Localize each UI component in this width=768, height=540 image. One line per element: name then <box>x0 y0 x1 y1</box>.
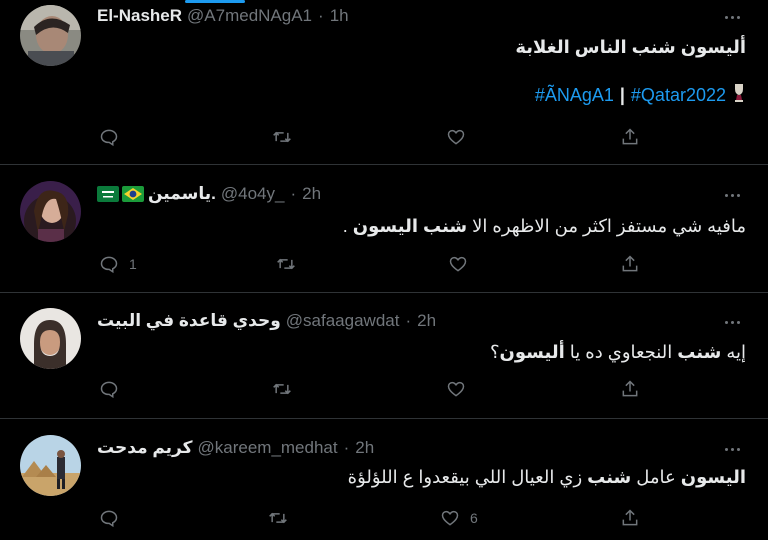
tweet-text: اليسون عامل شنب زي العيال اللي بيقعدوا ع… <box>97 465 746 489</box>
hashtags: #ÃNAgA1 | #Qatar2022 <box>535 83 746 108</box>
action-bar: 1 <box>0 253 768 275</box>
reply-icon <box>100 510 118 528</box>
like-count: 6 <box>470 510 478 526</box>
separator-dot: · <box>405 311 412 330</box>
like-icon <box>449 256 467 272</box>
share-button[interactable] <box>620 126 640 148</box>
text-part: زي العيال اللي بيقعدوا ع اللؤلؤة <box>347 467 588 487</box>
text-part: . <box>342 216 353 236</box>
retweet-icon <box>269 512 287 524</box>
action-bar <box>0 126 768 148</box>
reply-icon <box>100 381 118 399</box>
avatar-image <box>20 435 81 496</box>
tweet-3[interactable]: وحدي قاعدة في البيت @safaagawdat · 2h إي… <box>0 293 768 419</box>
separator-dot: · <box>290 184 297 203</box>
share-icon <box>622 128 638 145</box>
share-icon <box>622 380 638 397</box>
display-name[interactable]: El-NasheR <box>97 6 182 26</box>
separator-dot: · <box>318 6 324 25</box>
tweet-1[interactable]: El-NasheR @A7medNAgA1 · 1h أليسون شنب ال… <box>0 0 768 165</box>
tweet-header: كريم مدحت @kareem_medhat · 2h <box>97 437 374 459</box>
reply-button[interactable] <box>99 126 129 148</box>
world-cup-trophy-icon <box>732 83 746 108</box>
retweet-button[interactable] <box>276 253 306 275</box>
like-icon <box>447 129 465 145</box>
user-handle[interactable]: @kareem_medhat <box>198 438 338 458</box>
reply-button[interactable]: 1 <box>99 253 137 275</box>
retweet-button[interactable] <box>272 378 302 400</box>
retweet-button[interactable] <box>272 126 302 148</box>
retweet-icon <box>273 131 291 143</box>
text-bold: شنب اليسون <box>352 216 468 236</box>
display-name[interactable]: وحدي قاعدة في البيت <box>97 311 281 331</box>
more-icon[interactable] <box>722 439 742 459</box>
user-handle[interactable]: @4o4y_ <box>221 184 285 204</box>
timestamp[interactable]: 2h <box>417 311 436 331</box>
more-icon[interactable] <box>722 312 742 332</box>
separator-dot: · <box>343 438 350 457</box>
like-button[interactable] <box>446 126 476 148</box>
share-button[interactable] <box>620 507 640 529</box>
brazil-flag-icon <box>122 186 144 202</box>
like-button[interactable] <box>448 253 478 275</box>
tweet-text: مافيه شي مستفز اكثر من الاظهره الا شنب ا… <box>97 214 746 238</box>
avatar[interactable] <box>20 435 81 496</box>
like-icon <box>441 510 459 526</box>
avatar-image <box>20 308 81 369</box>
user-handle[interactable]: @safaagawdat <box>286 311 400 331</box>
like-button[interactable]: 6 <box>440 507 478 529</box>
text-bold: اليسون <box>680 467 746 487</box>
text-bold: شنب <box>677 342 722 362</box>
avatar-image <box>20 5 81 66</box>
retweet-button[interactable] <box>268 507 298 529</box>
tweet-header: وحدي قاعدة في البيت @safaagawdat · 2h <box>97 310 436 332</box>
timestamp[interactable]: 2h <box>302 184 321 204</box>
avatar[interactable] <box>20 5 81 66</box>
user-handle[interactable]: @A7medNAgA1 <box>187 6 312 26</box>
like-icon <box>447 381 465 397</box>
hashtag-separator: | <box>619 85 625 105</box>
text-bold: شنب <box>587 467 632 487</box>
tweet-text: إيه شنب النجعاوي ده يا أليسون؟ <box>97 340 746 364</box>
reply-button[interactable] <box>99 378 129 400</box>
reply-button[interactable] <box>99 507 129 529</box>
tweet-text: أليسون شنب الناس الغلابة <box>515 37 746 57</box>
text-part: مافيه شي مستفز اكثر من الاظهره الا <box>467 216 746 236</box>
reply-icon <box>100 129 118 147</box>
share-icon <box>622 255 638 272</box>
retweet-icon <box>273 383 291 395</box>
text-part: عامل <box>631 467 681 487</box>
text-part: ؟ <box>489 342 500 362</box>
more-icon[interactable] <box>722 185 742 205</box>
display-name[interactable]: ياسمين. <box>148 184 216 204</box>
text-part: النجعاوي ده يا <box>564 342 678 362</box>
display-name[interactable]: كريم مدحت <box>97 438 193 458</box>
reply-count: 1 <box>129 256 137 272</box>
avatar-image <box>20 181 81 242</box>
text-part: إيه <box>721 342 746 362</box>
avatar[interactable] <box>20 181 81 242</box>
tweet-header: ياسمين. @4o4y_ · 2h <box>97 183 321 205</box>
tweet-4[interactable]: كريم مدحت @kareem_medhat · 2h اليسون عام… <box>0 419 768 540</box>
share-icon <box>622 509 638 526</box>
retweet-icon <box>277 258 295 270</box>
saudi-flag-icon <box>97 186 119 202</box>
timestamp[interactable]: 1h <box>330 6 349 26</box>
text-bold: أليسون <box>499 342 565 362</box>
timestamp[interactable]: 2h <box>355 438 374 458</box>
hashtag-qatar2022[interactable]: #Qatar2022 <box>631 85 726 106</box>
avatar[interactable] <box>20 308 81 369</box>
tweet-header: El-NasheR @A7medNAgA1 · 1h <box>97 5 349 27</box>
action-bar <box>0 378 768 400</box>
flag-emojis <box>97 186 144 202</box>
share-button[interactable] <box>620 378 640 400</box>
tweet-2[interactable]: ياسمين. @4o4y_ · 2h مافيه شي مستفز اكثر … <box>0 165 768 293</box>
like-button[interactable] <box>446 378 476 400</box>
reply-icon <box>100 256 118 274</box>
more-icon[interactable] <box>722 7 742 27</box>
action-bar: 6 <box>0 507 768 529</box>
hashtag-anaga1[interactable]: #ÃNAgA1 <box>535 85 614 106</box>
share-button[interactable] <box>620 253 640 275</box>
